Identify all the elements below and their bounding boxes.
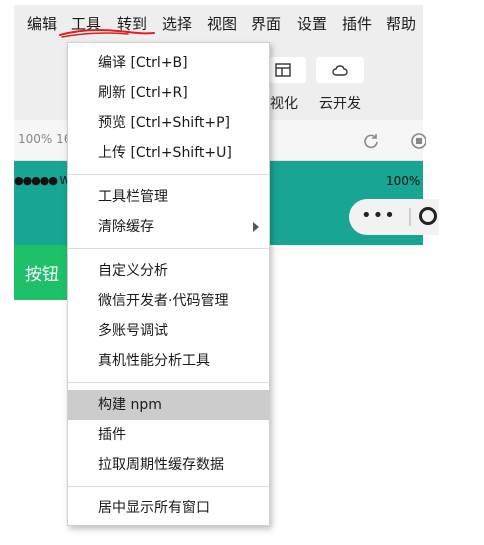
zoom-level[interactable]: 100% 16 — [18, 132, 71, 146]
cloud-dev-button[interactable] — [316, 57, 364, 83]
submenu-arrow-icon — [253, 222, 259, 232]
menu-item-preview[interactable]: 预览 [Ctrl+Shift+P] — [68, 108, 269, 138]
menu-separator — [68, 382, 269, 383]
menu-goto[interactable]: 转到 — [117, 14, 147, 34]
menu-item-code-management[interactable]: 微信开发者·代码管理 — [68, 286, 269, 316]
menu-item-center-windows[interactable]: 居中显示所有窗口 — [68, 493, 269, 523]
refresh-icon[interactable] — [362, 132, 380, 150]
layout-icon — [275, 63, 291, 77]
menu-item-clear-cache[interactable]: 清除缓存 — [68, 212, 269, 242]
menu-item-plugins[interactable]: 插件 — [68, 420, 269, 450]
menu-item-refresh[interactable]: 刷新 [Ctrl+R] — [68, 78, 269, 108]
battery-level: 100% — [386, 174, 421, 188]
menu-item-fetch-periodic-cache[interactable]: 拉取周期性缓存数据 — [68, 450, 269, 480]
menu-item-upload[interactable]: 上传 [Ctrl+Shift+U] — [68, 138, 269, 168]
menu-plugins[interactable]: 插件 — [342, 14, 372, 34]
menu-select[interactable]: 选择 — [162, 14, 192, 34]
menu-separator — [68, 486, 269, 487]
menu-bar: 编辑 工具 转到 选择 视图 界面 设置 插件 帮助 — [14, 5, 423, 43]
menu-help[interactable]: 帮助 — [386, 14, 416, 34]
cloud-dev-label: 云开发 — [319, 96, 361, 112]
simulator-button[interactable]: 按钮 — [14, 245, 70, 300]
menu-item-multi-account-debug[interactable]: 多账号调试 — [68, 316, 269, 346]
menu-item-device-performance[interactable]: 真机性能分析工具 — [68, 346, 269, 376]
menu-item-compile[interactable]: 编译 [Ctrl+B] — [68, 48, 269, 78]
menu-separator — [68, 174, 269, 175]
more-icon[interactable]: ••• — [361, 205, 396, 226]
menu-separator — [68, 248, 269, 249]
menu-item-build-npm[interactable]: 构建 npm — [68, 390, 269, 420]
menu-view[interactable]: 视图 — [207, 14, 237, 34]
close-circle-icon[interactable] — [419, 207, 437, 225]
visualize-label: 视化 — [270, 96, 298, 112]
stop-icon[interactable] — [410, 132, 426, 150]
menu-interface[interactable]: 界面 — [251, 14, 281, 34]
signal-indicator: ●●●●● W — [14, 174, 70, 187]
menu-edit[interactable]: 编辑 — [27, 14, 57, 34]
menu-tools[interactable]: 工具 — [71, 14, 101, 34]
menu-item-toolbar-manage[interactable]: 工具栏管理 — [68, 182, 269, 212]
menu-settings[interactable]: 设置 — [297, 14, 327, 34]
mini-program-capsule[interactable]: ••• — [349, 199, 439, 235]
capsule-divider — [409, 208, 411, 226]
menu-item-custom-analysis[interactable]: 自定义分析 — [68, 256, 269, 286]
tools-dropdown-menu: 编译 [Ctrl+B] 刷新 [Ctrl+R] 预览 [Ctrl+Shift+P… — [67, 42, 270, 526]
cloud-icon — [332, 65, 348, 76]
